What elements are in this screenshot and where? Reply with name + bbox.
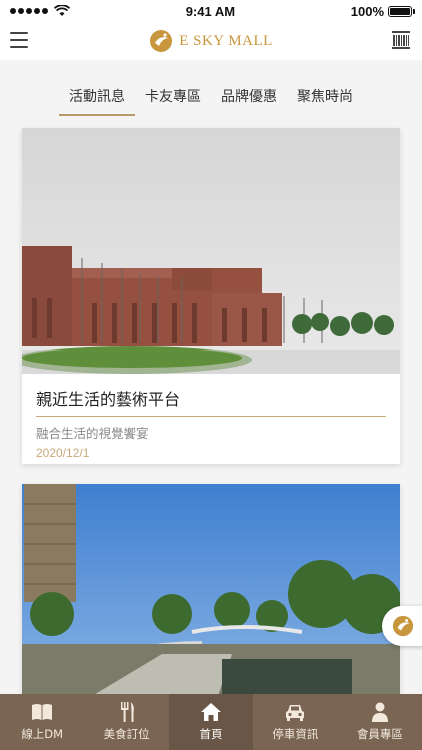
nav-label: 美食訂位 <box>103 727 150 741</box>
mall-logo-icon <box>150 30 173 52</box>
barcode-icon[interactable] <box>392 31 410 49</box>
category-tabs: 活動訊息 卡友專區 品牌優惠 聚焦時尚 <box>0 60 422 118</box>
tab-events[interactable]: 活動訊息 <box>59 60 135 118</box>
nav-home[interactable]: 首頁 <box>168 694 254 750</box>
event-card-subtitle: 融合生活的視覺饗宴 <box>36 426 149 441</box>
status-time: 9:41 AM <box>185 3 236 19</box>
app-screen: 9:41 AM 100% E SKY MALL 活動訊息 卡友專區 品牌優惠 聚… <box>0 0 422 750</box>
tab-cardholder[interactable]: 卡友專區 <box>135 60 211 118</box>
nav-label: 會員專區 <box>356 727 403 741</box>
wifi-icon <box>54 5 70 16</box>
status-bar: 9:41 AM 100% <box>0 0 422 22</box>
nav-label: 停車資訊 <box>272 727 319 741</box>
floating-logo-button[interactable] <box>382 606 422 646</box>
event-card[interactable]: 親近生活的藝術平台 融合生活的視覺饗宴 2020/12/1 <box>22 128 400 464</box>
battery-indicator: 100% <box>350 3 415 19</box>
book-icon <box>32 704 53 720</box>
car-icon <box>286 705 305 721</box>
menu-button[interactable] <box>10 32 28 48</box>
nav-label: 首頁 <box>199 727 223 741</box>
park-photo <box>22 484 400 714</box>
mall-logo-icon <box>392 615 414 637</box>
battery-icon <box>388 5 415 17</box>
event-card-title: 親近生活的藝術平台 <box>36 386 386 417</box>
event-card-image <box>22 484 400 714</box>
signal-indicator <box>10 5 70 17</box>
bottom-navigation: 線上DM 美食訂位 首頁 停車資訊 會員專區 <box>0 694 422 750</box>
fork-knife-icon <box>120 702 134 722</box>
user-icon <box>371 702 388 722</box>
nav-label: 線上DM <box>21 727 64 741</box>
nav-online-dm[interactable]: 線上DM <box>0 694 84 750</box>
nav-parking[interactable]: 停車資訊 <box>253 694 337 750</box>
nav-dining[interactable]: 美食訂位 <box>84 694 168 750</box>
logo-text: E SKY MALL <box>179 32 273 49</box>
tab-fashion[interactable]: 聚焦時尚 <box>287 60 363 118</box>
app-header: E SKY MALL <box>0 22 422 60</box>
home-icon <box>201 703 222 721</box>
mall-logo[interactable]: E SKY MALL <box>149 29 273 53</box>
battery-percent: 100% <box>350 3 384 19</box>
event-card[interactable] <box>22 484 400 714</box>
event-card-date: 2020/12/1 <box>36 446 90 460</box>
event-card-image <box>22 128 400 374</box>
building-photo <box>22 128 400 374</box>
nav-member[interactable]: 會員專區 <box>338 694 422 750</box>
tab-brand-offers[interactable]: 品牌優惠 <box>211 60 287 118</box>
